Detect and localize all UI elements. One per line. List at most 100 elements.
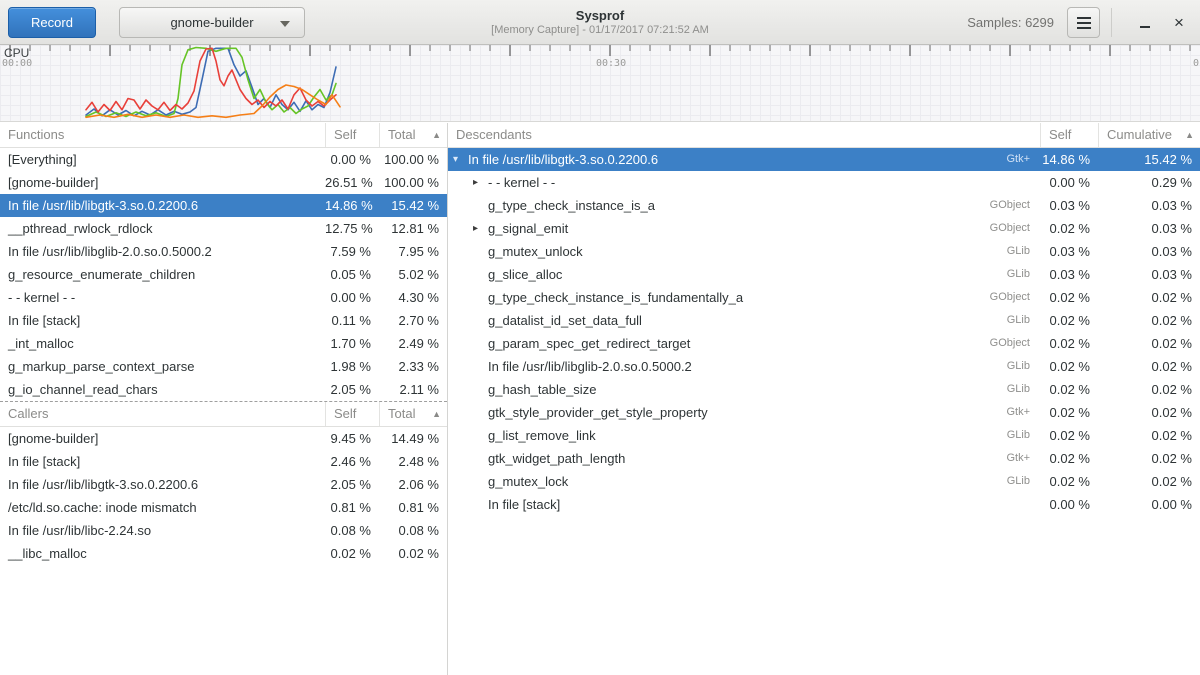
- library-tag: GLib: [1007, 309, 1040, 332]
- total-percent-cell: 100.00 %: [379, 148, 447, 171]
- time-label-start: 00:00: [2, 58, 32, 69]
- target-select-value: gnome-builder: [170, 15, 253, 30]
- function-name-cell: In file [stack]: [0, 450, 325, 473]
- tree-row[interactable]: gtk_widget_path_lengthGtk+0.02 %0.02 %: [448, 447, 1200, 470]
- expander-icon[interactable]: ▸: [473, 217, 488, 240]
- total-percent-cell: 2.33 %: [379, 355, 447, 378]
- target-select-dropdown[interactable]: gnome-builder: [119, 7, 305, 38]
- descendant-name: gtk_widget_path_length: [488, 447, 625, 470]
- sort-ascending-icon: ▲: [432, 123, 441, 147]
- functions-table-body: [Everything]0.00 %100.00 %[gnome-builder…: [0, 148, 447, 401]
- table-row[interactable]: [gnome-builder]9.45 %14.49 %: [0, 427, 447, 450]
- function-name-cell: g_resource_enumerate_children: [0, 263, 325, 286]
- tree-row[interactable]: g_type_check_instance_is_fundamentally_a…: [448, 286, 1200, 309]
- column-header-cumulative[interactable]: Cumulative ▲: [1098, 123, 1200, 147]
- cumulative-percent-cell: 0.03 %: [1098, 217, 1200, 240]
- tree-row[interactable]: ▸g_signal_emitGObject0.02 %0.03 %: [448, 217, 1200, 240]
- descendants-section: Descendants Self Cumulative ▲ ▾In file /…: [448, 123, 1200, 675]
- column-header-total[interactable]: Total ▲: [379, 123, 447, 147]
- total-percent-cell: 14.49 %: [379, 427, 447, 450]
- table-row[interactable]: [gnome-builder]26.51 %100.00 %: [0, 171, 447, 194]
- column-header-self[interactable]: Self: [325, 402, 379, 426]
- minimize-button[interactable]: [1134, 12, 1156, 34]
- table-row[interactable]: In file /usr/lib/libglib-2.0.so.0.5000.2…: [0, 240, 447, 263]
- descendant-name: - - kernel - -: [488, 171, 555, 194]
- descendant-name-cell: In file [stack]: [448, 493, 1030, 516]
- function-name-cell: [gnome-builder]: [0, 427, 325, 450]
- function-name-cell: In file /usr/lib/libc-2.24.so: [0, 519, 325, 542]
- total-percent-cell: 5.02 %: [379, 263, 447, 286]
- self-percent-cell: 0.03 %: [1040, 240, 1098, 263]
- column-header-self[interactable]: Self: [1040, 123, 1098, 147]
- table-row[interactable]: - - kernel - -0.00 %4.30 %: [0, 286, 447, 309]
- table-row[interactable]: In file /usr/lib/libgtk-3.so.0.2200.62.0…: [0, 473, 447, 496]
- column-header-callers[interactable]: Callers: [0, 402, 325, 426]
- total-percent-cell: 0.02 %: [379, 542, 447, 565]
- time-label-end: 01:00: [1193, 58, 1200, 69]
- samples-count: Samples: 6299: [967, 0, 1054, 45]
- descendant-name-cell: ▸- - kernel - -: [448, 171, 1030, 194]
- table-row[interactable]: In file /usr/lib/libc-2.24.so0.08 %0.08 …: [0, 519, 447, 542]
- tree-row[interactable]: In file /usr/lib/libglib-2.0.so.0.5000.2…: [448, 355, 1200, 378]
- self-percent-cell: 7.59 %: [325, 240, 379, 263]
- header-separator: [1111, 8, 1112, 37]
- menu-button[interactable]: [1067, 7, 1100, 38]
- library-tag: GLib: [1007, 263, 1040, 286]
- table-row[interactable]: _int_malloc1.70 %2.49 %: [0, 332, 447, 355]
- functions-table-header: Functions Self Total ▲: [0, 123, 447, 148]
- tree-row[interactable]: In file [stack]0.00 %0.00 %: [448, 493, 1200, 516]
- close-icon: ×: [1174, 12, 1184, 34]
- expander-icon[interactable]: ▸: [473, 171, 488, 194]
- descendant-name: g_slice_alloc: [488, 263, 562, 286]
- table-row[interactable]: g_resource_enumerate_children0.05 %5.02 …: [0, 263, 447, 286]
- descendant-name-cell: ▾In file /usr/lib/libgtk-3.so.0.2200.6: [448, 148, 1006, 171]
- column-header-functions[interactable]: Functions: [0, 123, 325, 147]
- descendants-table-body: ▾In file /usr/lib/libgtk-3.so.0.2200.6Gt…: [448, 148, 1200, 516]
- self-percent-cell: 0.02 %: [1040, 470, 1098, 493]
- tree-row[interactable]: g_slice_allocGLib0.03 %0.03 %: [448, 263, 1200, 286]
- tree-row[interactable]: ▸- - kernel - -0.00 %0.29 %: [448, 171, 1200, 194]
- tree-row[interactable]: g_list_remove_linkGLib0.02 %0.02 %: [448, 424, 1200, 447]
- total-percent-cell: 2.11 %: [379, 378, 447, 401]
- descendants-table-header: Descendants Self Cumulative ▲: [448, 123, 1200, 148]
- tree-row[interactable]: g_type_check_instance_is_aGObject0.03 %0…: [448, 194, 1200, 217]
- cumulative-percent-cell: 0.02 %: [1098, 286, 1200, 309]
- tree-row[interactable]: g_param_spec_get_redirect_targetGObject0…: [448, 332, 1200, 355]
- expander-icon[interactable]: ▾: [453, 148, 468, 171]
- library-tag: GLib: [1007, 240, 1040, 263]
- descendant-name: g_datalist_id_set_data_full: [488, 309, 642, 332]
- column-header-total[interactable]: Total ▲: [379, 402, 447, 426]
- total-percent-cell: 2.06 %: [379, 473, 447, 496]
- total-percent-cell: 15.42 %: [379, 194, 447, 217]
- tree-row[interactable]: g_mutex_unlockGLib0.03 %0.03 %: [448, 240, 1200, 263]
- tree-row[interactable]: g_hash_table_sizeGLib0.02 %0.02 %: [448, 378, 1200, 401]
- tree-row[interactable]: ▾In file /usr/lib/libgtk-3.so.0.2200.6Gt…: [448, 148, 1200, 171]
- self-percent-cell: 12.75 %: [325, 217, 379, 240]
- table-row[interactable]: In file [stack]0.11 %2.70 %: [0, 309, 447, 332]
- table-row[interactable]: __pthread_rwlock_rdlock12.75 %12.81 %: [0, 217, 447, 240]
- table-row[interactable]: [Everything]0.00 %100.00 %: [0, 148, 447, 171]
- cumulative-percent-cell: 0.02 %: [1098, 355, 1200, 378]
- cumulative-percent-cell: 0.02 %: [1098, 401, 1200, 424]
- total-percent-cell: 7.95 %: [379, 240, 447, 263]
- hamburger-icon: [1077, 17, 1091, 19]
- tree-row[interactable]: g_datalist_id_set_data_fullGLib0.02 %0.0…: [448, 309, 1200, 332]
- column-header-self[interactable]: Self: [325, 123, 379, 147]
- table-row[interactable]: __libc_malloc0.02 %0.02 %: [0, 542, 447, 565]
- cpu-timeline-graph[interactable]: CPU 00:00 00:30 01:00: [0, 45, 1200, 122]
- tree-row[interactable]: gtk_style_provider_get_style_propertyGtk…: [448, 401, 1200, 424]
- self-percent-cell: 2.05 %: [325, 473, 379, 496]
- close-button[interactable]: ×: [1168, 12, 1190, 34]
- descendant-name: In file /usr/lib/libgtk-3.so.0.2200.6: [468, 148, 658, 171]
- descendant-name: In file [stack]: [488, 493, 560, 516]
- table-row[interactable]: In file [stack]2.46 %2.48 %: [0, 450, 447, 473]
- record-button[interactable]: Record: [8, 7, 96, 38]
- table-row[interactable]: In file /usr/lib/libgtk-3.so.0.2200.614.…: [0, 194, 447, 217]
- self-percent-cell: 0.02 %: [1040, 355, 1098, 378]
- table-row[interactable]: /etc/ld.so.cache: inode mismatch0.81 %0.…: [0, 496, 447, 519]
- column-header-descendants[interactable]: Descendants: [448, 123, 1040, 147]
- table-row[interactable]: g_io_channel_read_chars2.05 %2.11 %: [0, 378, 447, 401]
- tree-row[interactable]: g_mutex_lockGLib0.02 %0.02 %: [448, 470, 1200, 493]
- descendant-name: gtk_style_provider_get_style_property: [488, 401, 708, 424]
- table-row[interactable]: g_markup_parse_context_parse1.98 %2.33 %: [0, 355, 447, 378]
